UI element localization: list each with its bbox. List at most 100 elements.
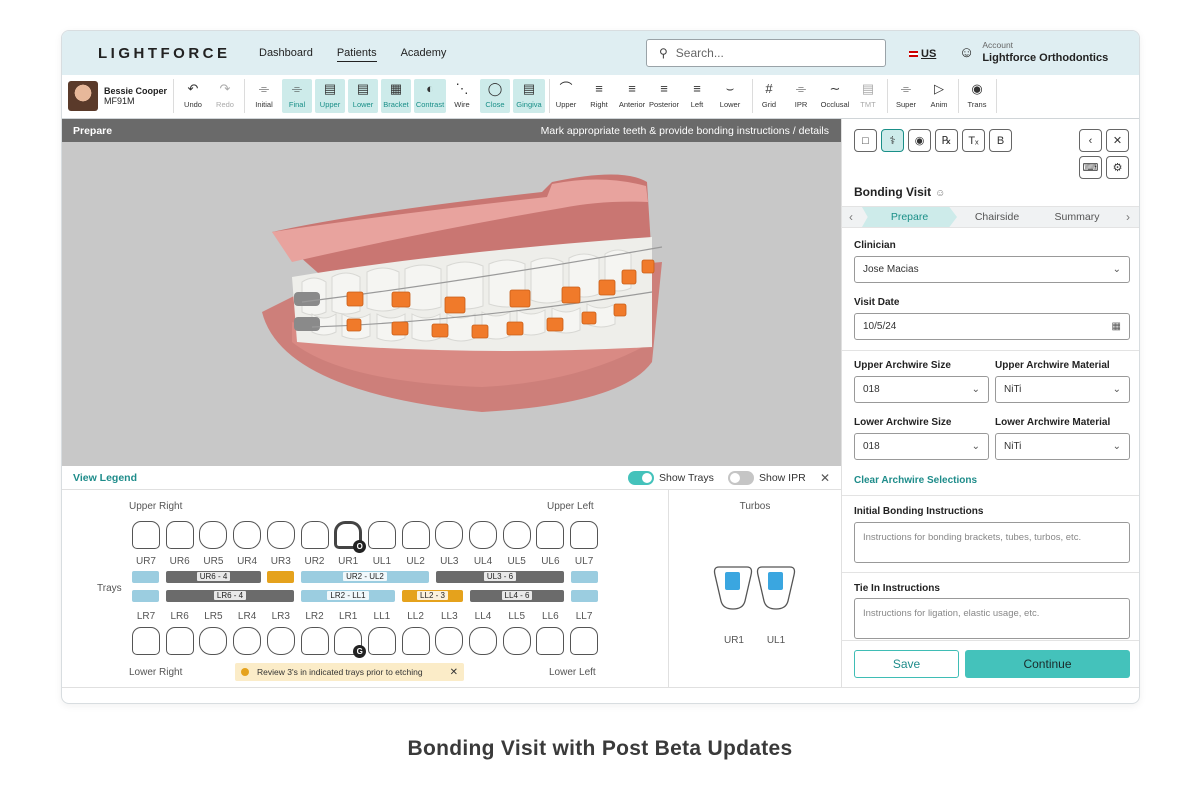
- tooth-ur7[interactable]: [132, 521, 160, 549]
- turbo-ur1[interactable]: [725, 572, 740, 590]
- tray-ur7[interactable]: [132, 571, 159, 583]
- tooth-lr4[interactable]: [233, 627, 262, 655]
- tooth-ll6[interactable]: [536, 627, 565, 655]
- initial-button[interactable]: ⌯ Initial: [249, 79, 279, 113]
- close-button[interactable]: ✕: [1106, 129, 1129, 152]
- nav-dashboard[interactable]: Dashboard: [259, 47, 313, 62]
- b-button[interactable]: B: [989, 129, 1012, 152]
- upper-arch-button[interactable]: ▤ Upper: [315, 79, 345, 113]
- tie-in-input[interactable]: Instructions for ligation, elastic usage…: [854, 598, 1130, 639]
- tooth-ll2[interactable]: [401, 627, 430, 655]
- back-button[interactable]: ‹: [1079, 129, 1102, 152]
- tooth-ul2[interactable]: [401, 521, 430, 549]
- view-upper-button[interactable]: ⌒ Upper: [552, 79, 580, 113]
- tooth-ur6[interactable]: [165, 521, 194, 549]
- tmt-button[interactable]: ▤ TMT: [856, 79, 880, 113]
- tooth-ll3[interactable]: [435, 627, 464, 655]
- tab-chairside[interactable]: Chairside: [957, 207, 1037, 227]
- notes-button[interactable]: □: [854, 129, 877, 152]
- contrast-button[interactable]: ◐ Contrast: [414, 79, 446, 113]
- tx-button[interactable]: Tₓ: [962, 129, 985, 152]
- wire-button[interactable]: ⋱ Wire: [449, 79, 475, 113]
- continue-button[interactable]: Continue: [965, 650, 1130, 678]
- tooth-lr3[interactable]: [266, 627, 295, 655]
- view-legend-link[interactable]: View Legend: [73, 472, 137, 484]
- tooth-ul1[interactable]: [367, 521, 396, 549]
- turbos-teeth[interactable]: [669, 562, 841, 622]
- tooth-lr7[interactable]: [132, 627, 160, 655]
- tray-ur6-4[interactable]: UR6 - 4: [166, 571, 261, 583]
- close-icon[interactable]: ✕: [450, 667, 458, 678]
- chevron-right-icon[interactable]: ›: [1126, 207, 1130, 227]
- tooth-ur4[interactable]: [233, 521, 262, 549]
- tooth-ur2[interactable]: [300, 521, 329, 549]
- initial-instructions-input[interactable]: Instructions for bonding brackets, tubes…: [854, 522, 1130, 563]
- upper-size-select[interactable]: 018 ⌄: [854, 376, 989, 403]
- patient-card[interactable]: Bessie Cooper MF91M: [68, 81, 167, 111]
- turbo-ul1[interactable]: [768, 572, 783, 590]
- region-selector[interactable]: US: [909, 48, 936, 60]
- model-viewer[interactable]: Prepare Mark appropriate teeth & provide…: [62, 119, 841, 466]
- chevron-left-icon[interactable]: ‹: [849, 207, 853, 227]
- grid-button[interactable]: # Grid: [758, 79, 780, 113]
- lower-size-select[interactable]: 018 ⌄: [854, 433, 989, 460]
- bracket-button[interactable]: ▦ Bracket: [381, 79, 411, 113]
- tray-ll2-3[interactable]: LL2 - 3: [402, 590, 463, 602]
- tooth-lr6[interactable]: [165, 627, 194, 655]
- search-input[interactable]: ⚲ Search...: [646, 39, 886, 67]
- save-button[interactable]: Save: [854, 650, 959, 678]
- view-lower-button[interactable]: ⌣ Lower: [717, 79, 743, 113]
- trans-button[interactable]: ◉ Trans: [964, 79, 990, 113]
- brand-logo[interactable]: LIGHTFORCE: [98, 45, 231, 62]
- clear-archwire-link[interactable]: Clear Archwire Selections: [854, 475, 977, 486]
- lower-arch-button[interactable]: ▤ Lower: [348, 79, 378, 113]
- tab-summary[interactable]: Summary: [1037, 207, 1117, 227]
- tray-ul7[interactable]: [571, 571, 598, 583]
- nav-patients[interactable]: Patients: [336, 47, 377, 62]
- show-ipr-toggle[interactable]: [728, 470, 754, 485]
- close-icon[interactable]: ✕: [820, 471, 830, 485]
- final-button[interactable]: ⌯ Final: [282, 79, 312, 113]
- super-button[interactable]: ⌯ Super: [892, 79, 920, 113]
- visit-date-field[interactable]: 10/5/24 ▦: [854, 313, 1130, 340]
- close-bite-button[interactable]: ◯ Close: [480, 79, 510, 113]
- tooth-ll7[interactable]: [570, 627, 599, 655]
- nav-academy[interactable]: Academy: [401, 47, 447, 62]
- tooth-lr2[interactable]: [300, 627, 329, 655]
- view-left-button[interactable]: ≡ Left: [686, 79, 708, 113]
- tray-ur2-ul2[interactable]: UR2 - UL2: [301, 571, 429, 583]
- tooth-lr5[interactable]: [199, 627, 228, 655]
- tray-lr6-4[interactable]: LR6 - 4: [166, 590, 294, 602]
- anim-button[interactable]: ▷ Anim: [928, 79, 950, 113]
- gingiva-button[interactable]: ▤ Gingiva: [513, 79, 545, 113]
- dental-model-render[interactable]: [62, 142, 841, 466]
- calendar-icon[interactable]: ▦: [1112, 321, 1121, 332]
- ipr-button[interactable]: ⌯ IPR: [790, 79, 812, 113]
- rx-button[interactable]: ℞: [935, 129, 958, 152]
- tooth-ul6[interactable]: [536, 521, 565, 549]
- account-menu[interactable]: ☺ Account Lightforce Orthodontics: [959, 40, 1108, 64]
- tab-prepare[interactable]: Prepare: [862, 207, 957, 227]
- tray-ul3-6[interactable]: UL3 - 6: [436, 571, 564, 583]
- tooth-ll4[interactable]: [469, 627, 497, 655]
- lower-material-select[interactable]: NiTi ⌄: [995, 433, 1130, 460]
- tray-lr7[interactable]: [132, 590, 159, 602]
- tooth-ll5[interactable]: [502, 627, 531, 655]
- camera-button[interactable]: ◉: [908, 129, 931, 152]
- clinician-select[interactable]: Jose Macias ⌄: [854, 256, 1130, 283]
- tray-ll7[interactable]: [571, 590, 598, 602]
- occlusal-button[interactable]: ∼ Occlusal: [819, 79, 851, 113]
- tray-ur3[interactable]: [267, 571, 294, 583]
- keyboard-button[interactable]: ⌨: [1079, 156, 1102, 179]
- upper-material-select[interactable]: NiTi ⌄: [995, 376, 1130, 403]
- tooth-ul3[interactable]: [435, 521, 464, 549]
- tooth-ur3[interactable]: [266, 521, 295, 549]
- undo-button[interactable]: ↶ Undo: [180, 79, 206, 113]
- tray-ll4-6[interactable]: LL4 - 6: [470, 590, 564, 602]
- tray-lr2-ll1[interactable]: LR2 - LL1: [301, 590, 395, 602]
- tooth-ul7[interactable]: [570, 521, 599, 549]
- show-trays-toggle[interactable]: [628, 470, 654, 485]
- tooth-ul5[interactable]: [502, 521, 531, 549]
- tooth-ul4[interactable]: [469, 521, 497, 549]
- view-posterior-button[interactable]: ≡ Posterior: [648, 79, 680, 113]
